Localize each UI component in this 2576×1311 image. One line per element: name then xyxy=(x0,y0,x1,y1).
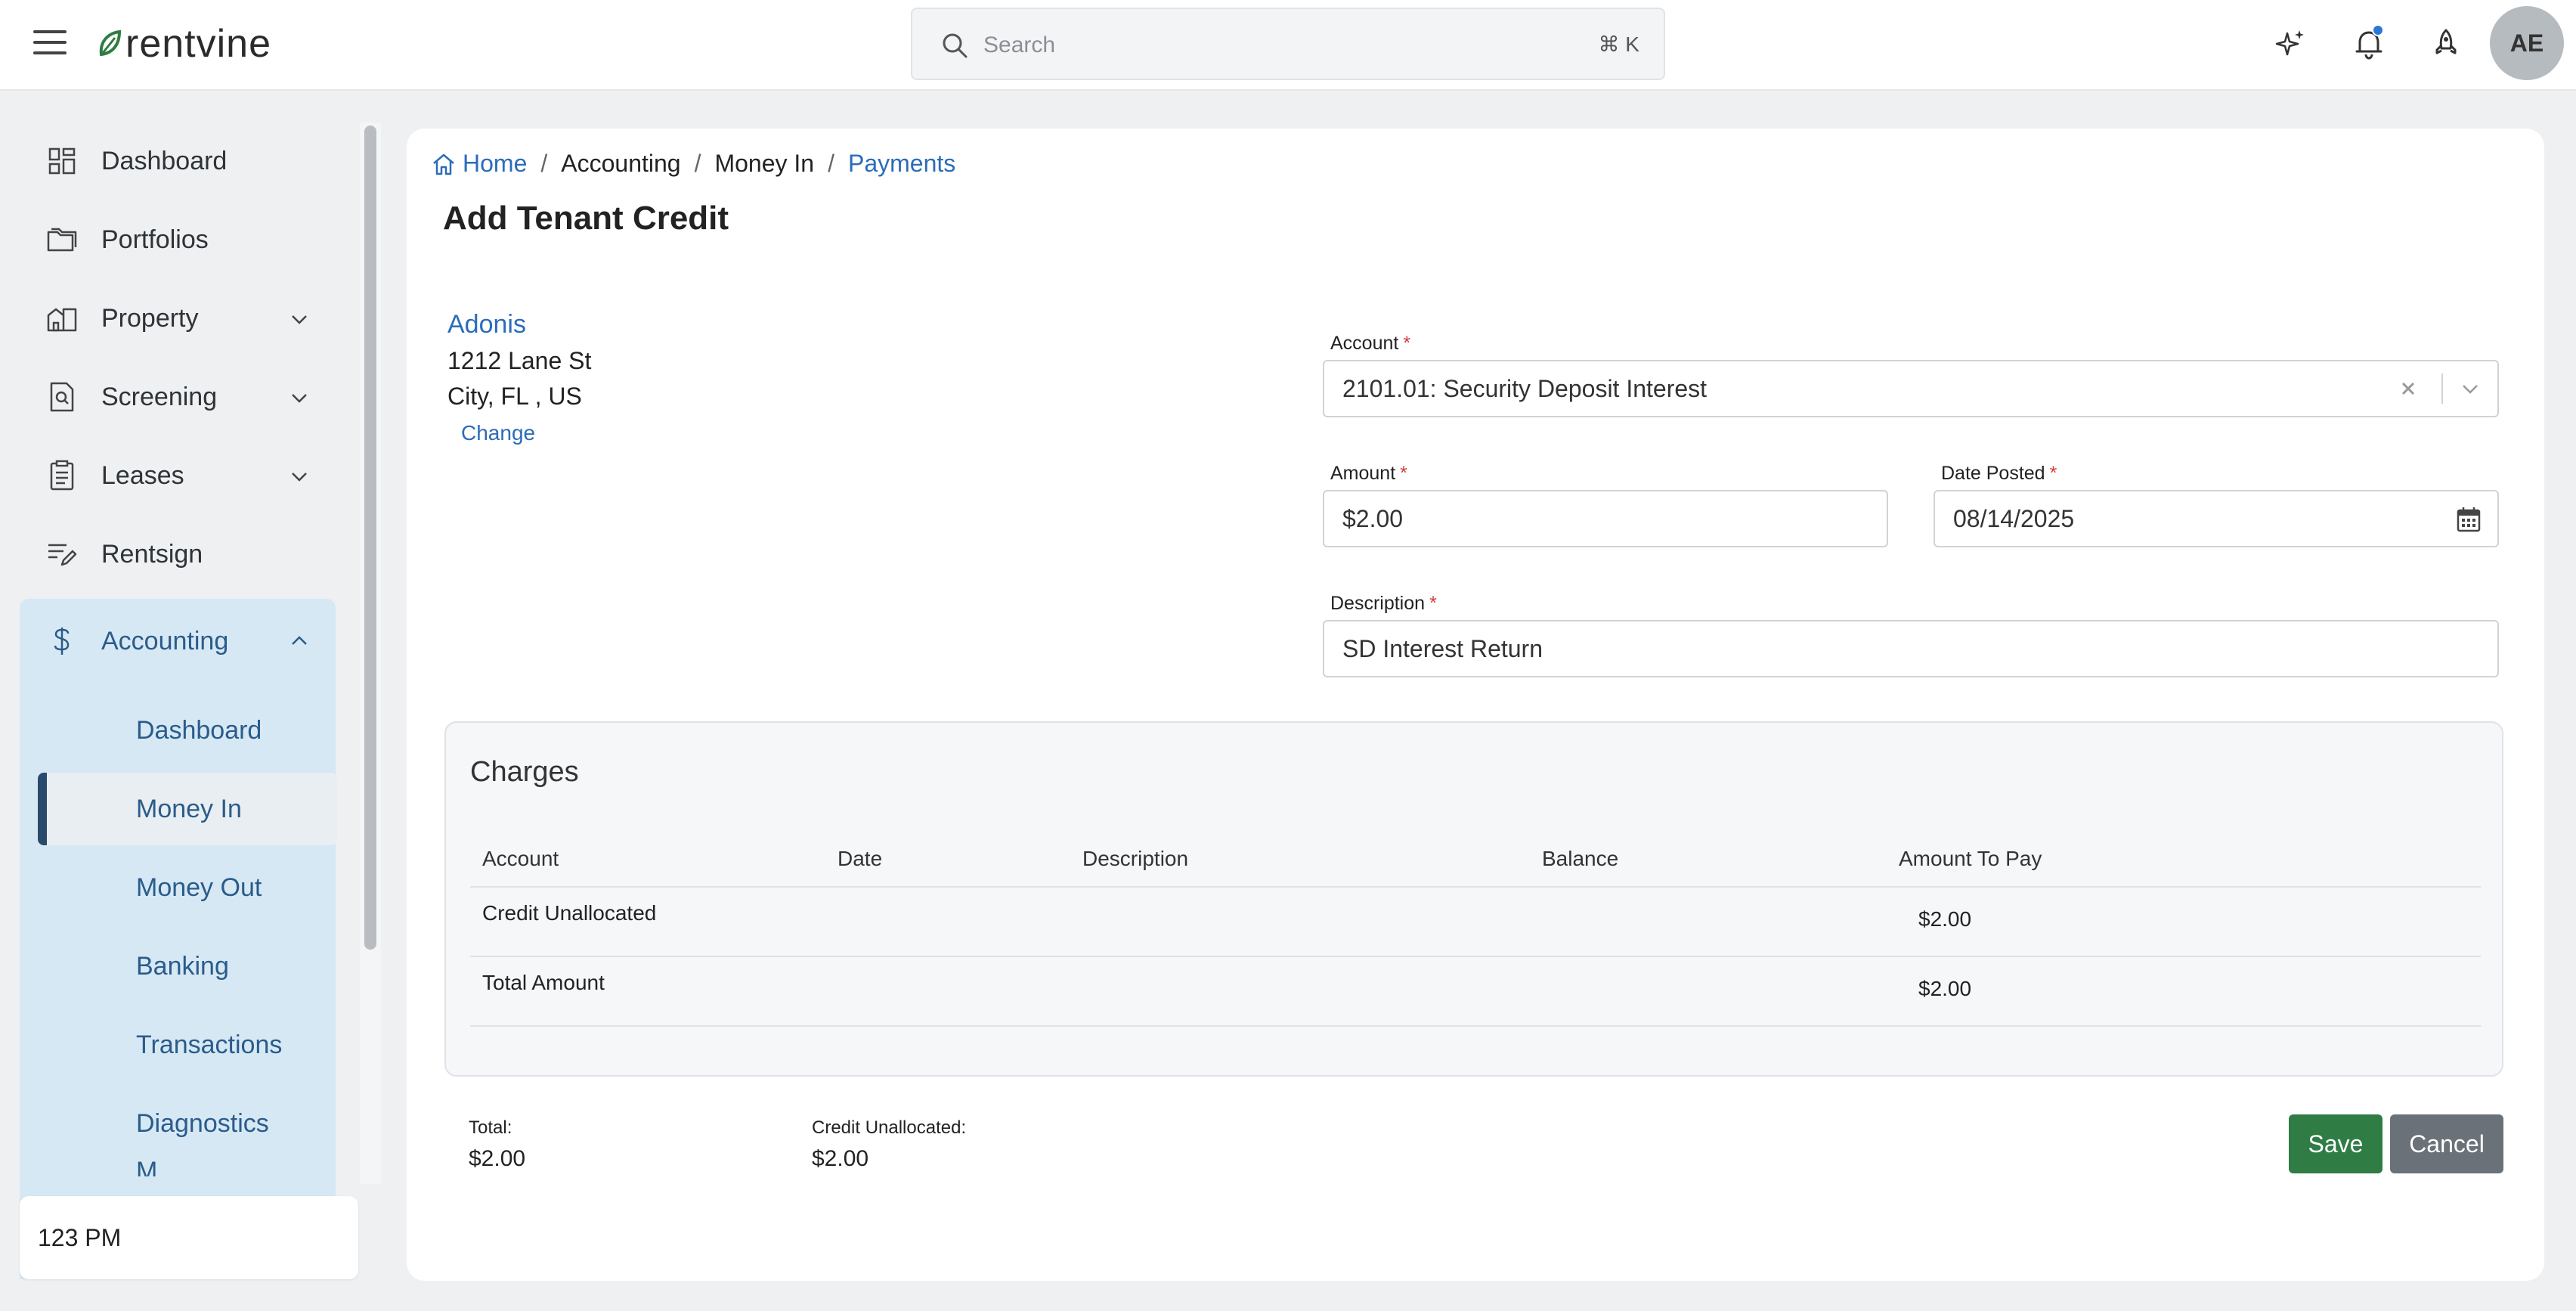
sidebar-subitem-diagnostics[interactable]: Diagnostics xyxy=(38,1087,337,1160)
total-summary-value: $2.00 xyxy=(469,1146,526,1171)
sidebar-subitem-dashboard[interactable]: Dashboard xyxy=(38,694,337,767)
sidebar-item-property[interactable]: Property xyxy=(20,284,336,352)
screening-icon xyxy=(50,382,74,412)
search-icon xyxy=(943,33,968,58)
home-icon[interactable] xyxy=(431,151,457,177)
search-box[interactable]: ⌘ K xyxy=(911,8,1665,80)
sidebar-footer: 123 PM xyxy=(20,1196,358,1279)
date-posted-input[interactable]: 08/14/2025 xyxy=(1934,490,2499,547)
chevron-down-icon xyxy=(292,394,307,403)
credit-unallocated-label: Credit Unallocated: xyxy=(812,1117,967,1138)
date-posted-value: 08/14/2025 xyxy=(1953,504,2075,532)
sidebar-item-leases[interactable]: Leases xyxy=(20,442,336,510)
sidebar-item-label: Screening xyxy=(101,382,218,411)
logo[interactable]: rentvine xyxy=(97,21,271,67)
column-header-account: Account xyxy=(482,847,559,870)
dollar-icon xyxy=(54,628,70,655)
tenant-address-line2: City, FL , US xyxy=(447,383,582,410)
breadcrumb: Home / Accounting / Money In / Payments xyxy=(431,150,955,178)
sidebar-item-portfolios[interactable]: Portfolios xyxy=(20,206,336,274)
tenant-info: Adonis 1212 Lane St City, FL , US Change xyxy=(447,310,591,445)
calendar-icon[interactable] xyxy=(2455,505,2482,534)
change-tenant-link[interactable]: Change xyxy=(461,421,591,445)
total-summary-label: Total: xyxy=(469,1117,512,1138)
total-amount-label: Total Amount xyxy=(482,971,605,994)
sidebar-item-label: Rentsign xyxy=(101,539,203,569)
page-title: Add Tenant Credit xyxy=(443,200,729,237)
folders-icon xyxy=(47,228,77,252)
sidebar-item-dashboard[interactable]: Dashboard xyxy=(20,127,336,195)
sidebar-scrollbar[interactable] xyxy=(360,122,381,1184)
tenant-address-line1: 1212 Lane St xyxy=(447,347,592,374)
user-avatar[interactable]: AE xyxy=(2490,6,2564,80)
main-card: Home / Accounting / Money In / Payments … xyxy=(407,129,2544,1281)
sidebar-subitem-banking[interactable]: Banking xyxy=(38,930,337,1003)
column-header-description: Description xyxy=(1082,847,1189,870)
cancel-button[interactable]: Cancel xyxy=(2390,1114,2503,1173)
sidebar-item-label: Property xyxy=(101,303,199,333)
column-header-date: Date xyxy=(838,847,883,870)
sidebar-subitem-money-in[interactable]: Money In xyxy=(38,773,337,845)
column-header-balance: Balance xyxy=(1542,847,1619,870)
breadcrumb-money-in: Money In xyxy=(714,150,815,177)
tenant-name-link[interactable]: Adonis xyxy=(447,310,591,339)
accounting-panel: Accounting Dashboard Money In Money Out … xyxy=(20,599,337,1279)
rocket-icon[interactable] xyxy=(2428,26,2464,62)
sparkle-icon[interactable] xyxy=(2272,26,2308,62)
sidebar-item-rentsign[interactable]: Rentsign xyxy=(20,520,336,588)
row-account-cell: Credit Unallocated xyxy=(482,901,657,925)
breadcrumb-accounting: Accounting xyxy=(561,150,681,177)
amount-value: $2.00 xyxy=(1342,504,1404,532)
sidebar-subitem-money-out[interactable]: Money Out xyxy=(38,851,337,924)
column-header-amount-to-pay: Amount To Pay xyxy=(1899,847,2042,870)
account-select-value: 2101.01: Security Deposit Interest xyxy=(1342,374,1708,402)
menu-icon[interactable] xyxy=(33,30,67,57)
amount-label: Amount * xyxy=(1330,463,1407,484)
leases-icon xyxy=(50,460,74,491)
chevron-up-icon xyxy=(292,636,307,645)
description-label: Description * xyxy=(1330,593,1437,614)
chevron-down-icon[interactable] xyxy=(2458,377,2482,401)
sidebar: Dashboard Portfolios Property Screening xyxy=(0,92,381,1311)
chevron-down-icon xyxy=(292,315,307,324)
scrollbar-thumb[interactable] xyxy=(364,126,376,950)
date-posted-label: Date Posted * xyxy=(1941,463,2057,484)
charges-title: Charges xyxy=(470,756,579,788)
charges-section: Charges Account Date Description Balance… xyxy=(444,721,2503,1077)
sidebar-item-accounting[interactable]: Accounting xyxy=(20,599,336,683)
sidebar-item-label: Accounting xyxy=(101,626,229,656)
credit-unallocated-value: $2.00 xyxy=(812,1146,869,1171)
sidebar-subitem-transactions[interactable]: Transactions xyxy=(38,1009,337,1081)
sidebar-item-label: Portfolios xyxy=(101,225,209,254)
notification-dot xyxy=(2372,24,2384,36)
total-amount-value: $2.00 xyxy=(1918,977,1972,1000)
leaf-icon xyxy=(99,29,122,57)
row-amount-to-pay-cell: $2.00 xyxy=(1918,907,1972,931)
clear-icon[interactable] xyxy=(2395,375,2422,402)
rentsign-icon xyxy=(48,544,77,566)
property-icon xyxy=(47,308,77,332)
chevron-down-icon xyxy=(292,473,307,482)
top-bar: rentvine ⌘ K AE xyxy=(0,0,2576,91)
sidebar-item-label: Leases xyxy=(101,460,184,490)
description-value: SD Interest Return xyxy=(1342,634,1543,662)
breadcrumb-home[interactable]: Home xyxy=(463,150,527,178)
breadcrumb-payments[interactable]: Payments xyxy=(848,150,955,178)
amount-input[interactable]: $2.00 xyxy=(1323,490,1888,547)
sidebar-subitem-clipped[interactable]: M xyxy=(38,1157,337,1176)
account-select[interactable]: 2101.01: Security Deposit Interest xyxy=(1323,360,2499,417)
sidebar-item-label: Dashboard xyxy=(101,146,228,175)
save-button[interactable]: Save xyxy=(2289,1114,2382,1173)
search-input[interactable] xyxy=(983,27,1512,64)
brand-name: rentvine xyxy=(125,22,271,66)
search-shortcut: ⌘ K xyxy=(1598,33,1639,56)
account-label: Account * xyxy=(1330,333,1411,354)
description-input[interactable]: SD Interest Return xyxy=(1323,620,2499,677)
sidebar-item-screening[interactable]: Screening xyxy=(20,363,336,431)
dashboard-icon xyxy=(48,147,76,175)
